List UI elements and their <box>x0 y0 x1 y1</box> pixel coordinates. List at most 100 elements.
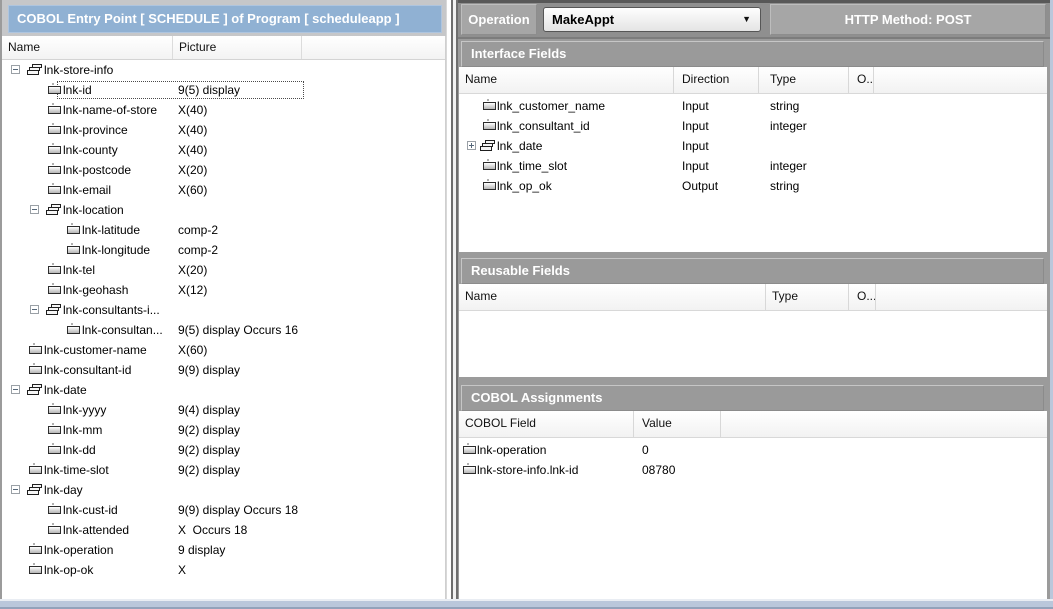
collapse-toggle-icon[interactable] <box>11 485 20 494</box>
operation-select[interactable]: MakeAppt ▼ <box>543 7 761 32</box>
collapse-toggle-icon[interactable] <box>30 205 39 214</box>
field-icon <box>48 426 61 434</box>
interface-field-row[interactable]: lnk_dateInput <box>459 136 1047 156</box>
column-header-name[interactable]: Name <box>459 67 674 93</box>
reusable-fields-header: Reusable Fields <box>461 258 1044 284</box>
column-header-filler <box>302 36 445 59</box>
collapse-toggle-icon[interactable] <box>30 305 39 314</box>
tree-row[interactable]: lnk-provinceX(40) <box>2 120 445 140</box>
tree-item-name: lnk-longitude <box>82 240 150 260</box>
column-header-picture[interactable]: Picture <box>173 36 302 59</box>
field-icon <box>48 126 61 134</box>
tree-row[interactable]: lnk-time-slot 9(2) display <box>2 460 445 480</box>
tree-row[interactable]: lnk-dd9(2) display <box>2 440 445 460</box>
structure-column-header: Name Picture <box>2 36 445 60</box>
cobol-assignments-column-header: COBOL Field Value <box>459 411 1047 438</box>
field-icon <box>483 122 496 130</box>
tree-row[interactable]: lnk-telX(20) <box>2 260 445 280</box>
tree-row[interactable]: lnk-cust-id9(9) display Occurs 18 <box>2 500 445 520</box>
tree-item-picture: 9(4) display <box>178 400 240 420</box>
tree-row[interactable]: lnk-consultan...9(5) display Occurs 16 <box>2 320 445 340</box>
tree-item-name: lnk-store-info <box>44 60 113 80</box>
field-icon <box>67 226 80 234</box>
column-header-type[interactable]: Type <box>759 67 849 93</box>
interface-field-row[interactable]: lnk_customer_nameInputstring <box>459 96 1047 116</box>
app-window: COBOL Entry Point [ SCHEDULE ] of Progra… <box>0 0 1053 609</box>
operation-label: Operation <box>461 4 537 35</box>
field-icon <box>483 182 496 190</box>
tree-item-name: lnk-consultants-i... <box>63 300 160 320</box>
field-direction: Output <box>682 176 718 196</box>
field-icon <box>48 446 61 454</box>
tree-row[interactable]: lnk-yyyy9(4) display <box>2 400 445 420</box>
column-header-occurs[interactable]: O... <box>849 284 876 310</box>
tree-row[interactable]: lnk-county X(40) <box>2 140 445 160</box>
panel-splitter[interactable] <box>446 0 458 599</box>
tree-item-picture: 9(2) display <box>178 460 240 480</box>
tree-row[interactable]: lnk-name-of-storeX(40) <box>2 100 445 120</box>
column-header-type[interactable]: Type <box>766 284 849 310</box>
tree-row[interactable]: lnk-consultants-i... <box>2 300 445 320</box>
tree-item-picture: 9(5) display <box>178 80 240 100</box>
tree-row[interactable]: lnk-geohashX(12) <box>2 280 445 300</box>
column-header-cobol-field[interactable]: COBOL Field <box>459 411 634 437</box>
tree-row[interactable]: lnk-store-info <box>2 60 445 80</box>
field-icon <box>48 106 61 114</box>
chevron-down-icon[interactable]: ▼ <box>742 8 751 31</box>
tree-row[interactable]: lnk-customer-nameX(60) <box>2 340 445 360</box>
field-icon <box>29 566 42 574</box>
tree-item-name: lnk-time-slot <box>44 460 109 480</box>
tree-item-name: lnk-county <box>63 140 118 160</box>
field-icon <box>483 162 496 170</box>
tree-row[interactable]: lnk-longitudecomp-2 <box>2 240 445 260</box>
cobol-structure-tree: lnk-store-infolnk-id9(5) displaylnk-name… <box>2 60 445 580</box>
tree-row[interactable]: lnk-latitudecomp-2 <box>2 220 445 240</box>
group-icon <box>27 64 43 76</box>
field-direction: Input <box>682 116 709 136</box>
tree-row[interactable]: lnk-day <box>2 480 445 500</box>
group-icon <box>46 304 62 316</box>
interface-field-row[interactable]: lnk_time_slotInputinteger <box>459 156 1047 176</box>
collapse-toggle-icon[interactable] <box>11 385 20 394</box>
tree-row[interactable]: lnk-operation9 display <box>2 540 445 560</box>
tree-item-name: lnk-op-ok <box>44 560 93 580</box>
tree-row[interactable]: lnk-postcodeX(20) <box>2 160 445 180</box>
tree-item-name: lnk-cust-id <box>63 500 118 520</box>
tree-item-name: lnk-name-of-store <box>63 100 157 120</box>
column-header-name[interactable]: Name <box>2 36 173 59</box>
assignment-row[interactable]: lnk-operation0 <box>459 440 1047 460</box>
assignment-row[interactable]: lnk-store-info.lnk-id08780 <box>459 460 1047 480</box>
interface-field-row[interactable]: lnk_op_okOutputstring <box>459 176 1047 196</box>
field-icon <box>48 86 61 94</box>
column-header-value[interactable]: Value <box>634 411 721 437</box>
tree-row[interactable]: lnk-attendedX Occurs 18 <box>2 520 445 540</box>
tree-item-name: lnk-customer-name <box>44 340 147 360</box>
column-header-filler <box>876 284 1047 310</box>
field-name: lnk_consultant_id <box>497 116 590 136</box>
column-header-direction[interactable]: Direction <box>674 67 759 93</box>
collapse-toggle-icon[interactable] <box>11 65 20 74</box>
tree-item-picture: X(40) <box>178 140 207 160</box>
field-icon <box>463 446 476 454</box>
tree-row[interactable]: lnk-location <box>2 200 445 220</box>
tree-row[interactable]: lnk-emailX(60) <box>2 180 445 200</box>
tree-row[interactable]: lnk-id9(5) display <box>2 80 445 100</box>
field-icon <box>48 166 61 174</box>
cobol-structure-table: Name Picture lnk-store-infolnk-id9(5) di… <box>2 36 446 599</box>
tree-item-name: lnk-geohash <box>63 280 128 300</box>
interface-field-row[interactable]: lnk_consultant_idInputinteger <box>459 116 1047 136</box>
interface-fields-column-header: Name Direction Type O... <box>459 67 1047 94</box>
group-icon <box>27 484 43 496</box>
tree-row[interactable]: lnk-date <box>2 380 445 400</box>
column-header-name[interactable]: Name <box>459 284 766 310</box>
assignment-field: lnk-store-info.lnk-id <box>477 460 578 480</box>
field-name: lnk_customer_name <box>497 96 605 116</box>
tree-row[interactable]: lnk-op-ok X <box>2 560 445 580</box>
expand-toggle-icon[interactable] <box>467 141 476 150</box>
tree-row[interactable]: lnk-mm9(2) display <box>2 420 445 440</box>
column-header-occurs[interactable]: O... <box>849 67 874 93</box>
tree-item-picture: X <box>178 560 186 580</box>
tree-item-name: lnk-mm <box>63 420 102 440</box>
tree-item-name: lnk-location <box>63 200 124 220</box>
tree-row[interactable]: lnk-consultant-id9(9) display <box>2 360 445 380</box>
